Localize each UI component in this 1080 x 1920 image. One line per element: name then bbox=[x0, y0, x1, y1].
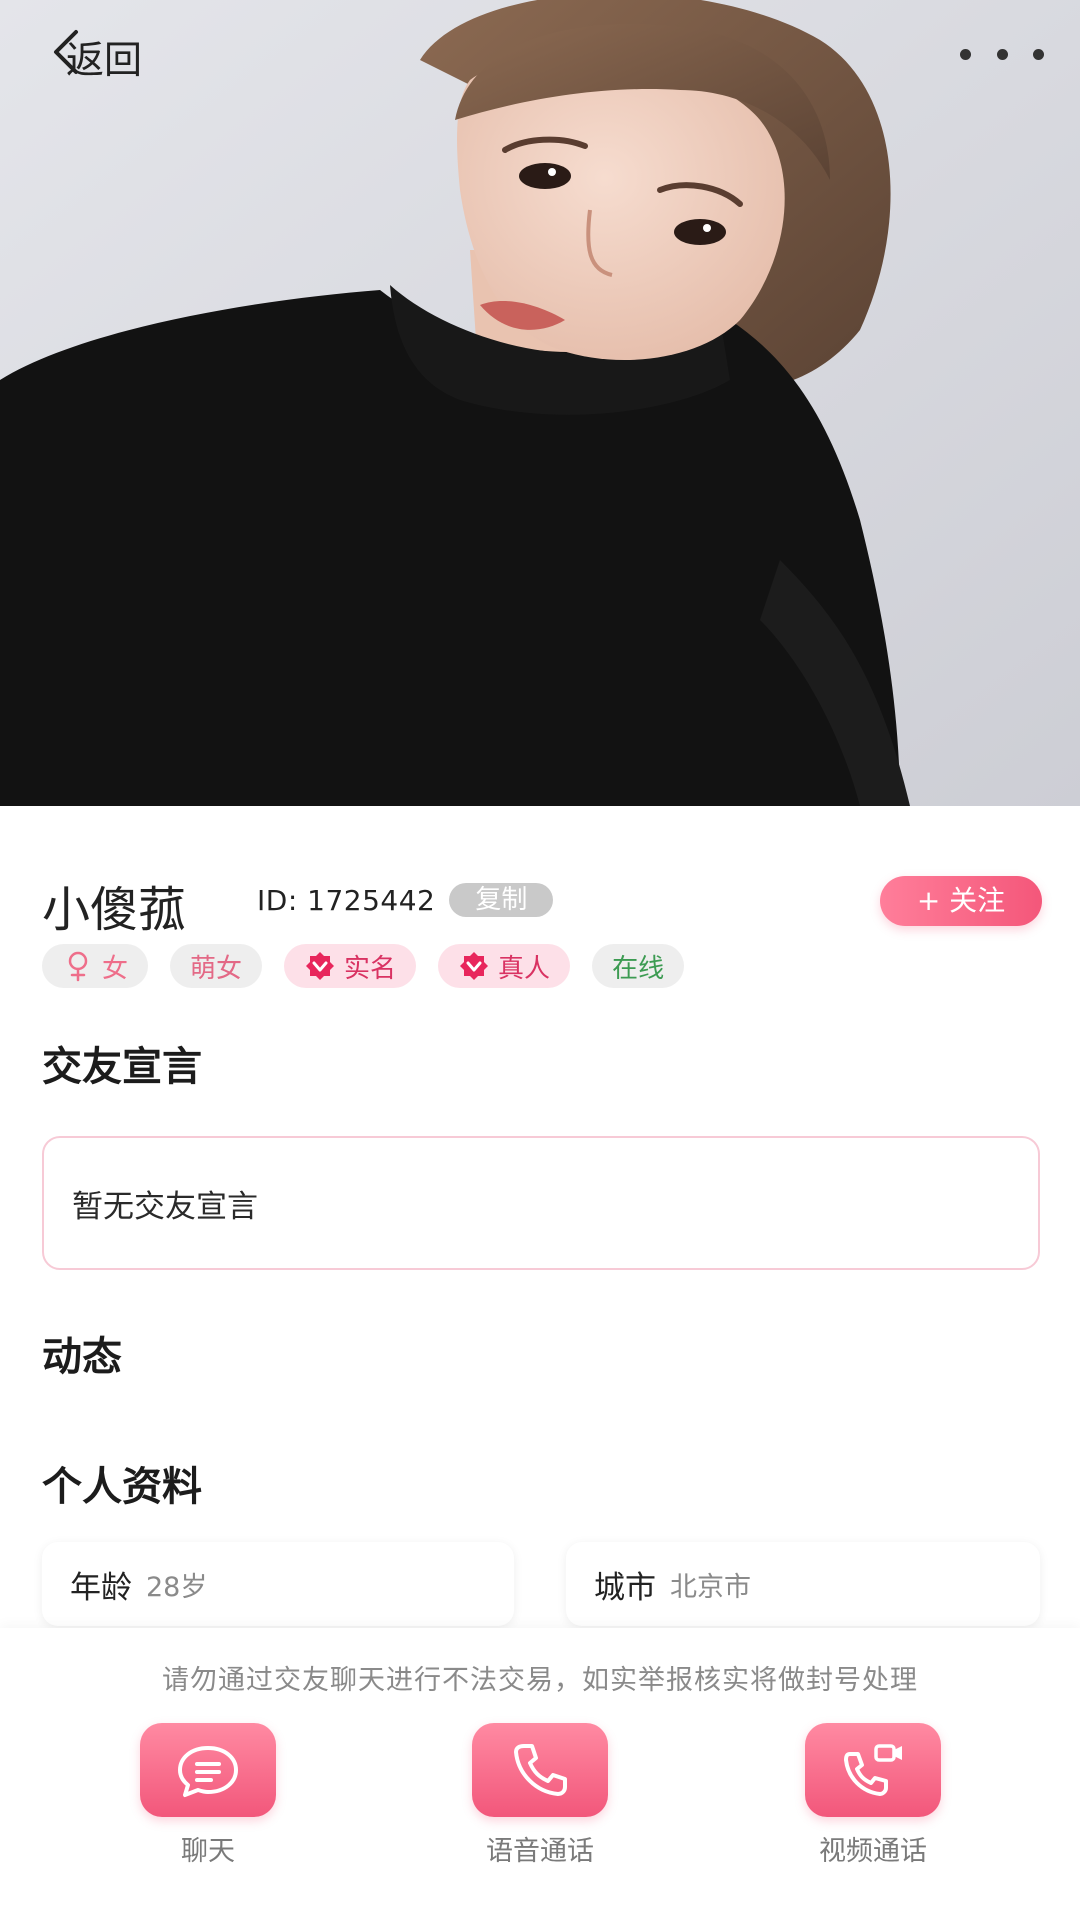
voice-call-label: 语音通话 bbox=[486, 1836, 594, 1867]
verified-badge-icon bbox=[458, 950, 490, 982]
nickname: 小傻菰 bbox=[42, 882, 187, 938]
age-value: 28岁 bbox=[146, 1571, 208, 1603]
follow-button[interactable]: + 关注 bbox=[880, 876, 1042, 926]
tag-real-person: 真人 bbox=[438, 944, 571, 988]
chat-bubble-icon bbox=[140, 1723, 276, 1817]
bottom-action-bar: 请勿通过交友聊天进行不法交易，如实举报核实将做封号处理 聊天 语音通话 视频通话 bbox=[0, 1628, 1080, 1920]
chat-label: 聊天 bbox=[181, 1836, 235, 1867]
more-horizontal-icon bbox=[960, 48, 971, 60]
tag-gender-label: 女 bbox=[102, 953, 129, 984]
personal-info-title: 个人资料 bbox=[42, 1464, 202, 1510]
video-call-label: 视频通话 bbox=[819, 1836, 927, 1867]
manifesto-text: 暂无交友宣言 bbox=[72, 1188, 258, 1225]
more-options-button[interactable] bbox=[960, 36, 1044, 72]
tag-online-label: 在线 bbox=[612, 953, 665, 984]
user-id-block: ID: 1725442 复制 bbox=[257, 883, 554, 917]
name-row: 小傻菰 ID: 1725442 复制 + 关注 bbox=[42, 868, 1042, 938]
tag-cute: 萌女 bbox=[170, 944, 263, 988]
back-button[interactable]: 返回 bbox=[50, 28, 142, 84]
user-id: ID: 1725442 bbox=[257, 883, 436, 917]
city-card: 城市 北京市 bbox=[566, 1542, 1040, 1626]
tag-list: 女 萌女 实名 真人 在线 bbox=[42, 944, 685, 988]
city-label: 城市 bbox=[594, 1569, 656, 1606]
profile-photo[interactable]: 返回 bbox=[0, 0, 1080, 806]
age-label: 年龄 bbox=[70, 1569, 132, 1606]
manifesto-box: 暂无交友宣言 bbox=[42, 1136, 1040, 1270]
female-icon bbox=[62, 950, 94, 982]
tag-real-name: 实名 bbox=[284, 944, 417, 988]
age-card: 年龄 28岁 bbox=[42, 1542, 514, 1626]
top-bar: 返回 bbox=[0, 0, 1080, 110]
verified-badge-icon bbox=[304, 950, 336, 982]
tag-gender: 女 bbox=[42, 944, 149, 988]
chat-button[interactable]: 聊天 bbox=[133, 1723, 283, 1868]
phone-icon bbox=[472, 1723, 608, 1817]
profile-photo-illustration bbox=[0, 0, 1080, 806]
tag-real-name-label: 实名 bbox=[344, 953, 397, 984]
city-value: 北京市 bbox=[670, 1571, 751, 1603]
tag-online: 在线 bbox=[592, 944, 685, 988]
video-call-icon bbox=[805, 1723, 941, 1817]
manifesto-title: 交友宣言 bbox=[42, 1044, 202, 1090]
video-call-button[interactable]: 视频通话 bbox=[798, 1723, 948, 1868]
copy-id-button[interactable]: 复制 bbox=[449, 883, 554, 917]
safety-notice: 请勿通过交友聊天进行不法交易，如实举报核实将做封号处理 bbox=[162, 1665, 918, 1696]
moments-title[interactable]: 动态 bbox=[42, 1324, 122, 1382]
voice-call-button[interactable]: 语音通话 bbox=[465, 1723, 615, 1868]
tag-real-person-label: 真人 bbox=[498, 953, 551, 984]
tag-cute-label: 萌女 bbox=[190, 953, 243, 984]
